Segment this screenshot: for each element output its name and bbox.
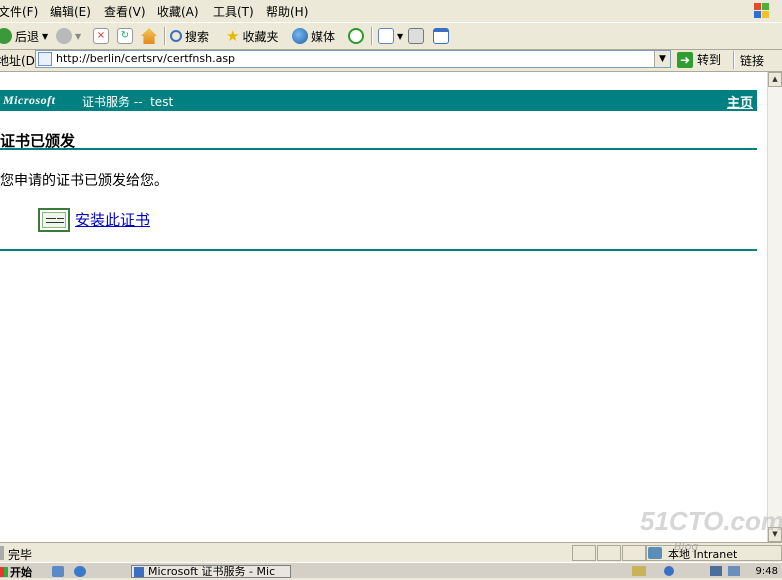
back-icon (0, 28, 12, 44)
address-label: 地址(D) (0, 54, 40, 68)
history-button[interactable] (348, 26, 364, 46)
search-label: 搜索 (185, 29, 210, 44)
go-label: 转到 (697, 53, 722, 67)
refresh-button[interactable]: ↻ (117, 26, 133, 46)
zone-text: 本地 Intranet (668, 548, 738, 561)
menu-tools[interactable]: 工具(T) (213, 3, 254, 20)
scroll-up-button[interactable]: ▲ (768, 72, 782, 87)
taskbar: 开始 Microsoft 证书服务 - Mic 9:48 (0, 562, 782, 579)
watermark: 51CTO.com (640, 506, 782, 536)
media-icon (292, 28, 308, 44)
address-dropdown-icon[interactable]: ▼ (654, 51, 670, 67)
favorites-button[interactable]: ★ 收藏夹 (226, 26, 278, 46)
tray-help-icon[interactable] (664, 566, 674, 576)
print-icon (408, 28, 424, 44)
cert-line (46, 222, 64, 223)
start-flag-icon (0, 566, 8, 577)
status-panel (572, 545, 596, 561)
tray-network-icon[interactable] (710, 566, 722, 576)
certificate-icon-inner (42, 212, 66, 228)
go-arrow-icon: ➜ (677, 51, 693, 68)
mail-icon (378, 28, 394, 44)
edit-button[interactable] (433, 26, 449, 46)
status-panel (597, 545, 621, 561)
go-button[interactable]: ➜ 转到 (677, 51, 721, 68)
home-link[interactable]: 主页 (727, 92, 753, 111)
menu-bar: 文件(F) 编辑(E) 查看(V) 收藏(A) 工具(T) 帮助(H) (0, 0, 782, 22)
favorites-icon: ★ (226, 27, 240, 45)
quicklaunch-ie-icon[interactable] (74, 566, 86, 577)
windows-logo-icon (746, 0, 776, 22)
forward-button[interactable]: ▼ (56, 26, 81, 46)
intranet-zone-icon (648, 547, 662, 559)
stop-button[interactable]: × (93, 26, 109, 46)
taskbar-app-title: Microsoft 证书服务 - Mic (148, 565, 276, 578)
page-icon (38, 52, 52, 66)
taskbar-app-button[interactable]: Microsoft 证书服务 - Mic (131, 565, 291, 578)
menu-file[interactable]: 文件(F) (0, 3, 38, 20)
home-button[interactable] (141, 26, 157, 46)
toolbar-separator (371, 27, 373, 45)
heading-rule (0, 148, 757, 150)
service-title: 证书服务 -- test (82, 95, 174, 109)
toolbar-separator (164, 27, 166, 45)
media-button[interactable]: 媒体 (292, 26, 335, 46)
forward-dropdown-icon[interactable]: ▼ (75, 32, 81, 41)
menu-view[interactable]: 查看(V) (104, 3, 146, 20)
tray-volume-icon[interactable] (728, 566, 740, 576)
forward-icon (56, 28, 72, 44)
cert-line (46, 218, 56, 219)
back-label: 后退 (15, 29, 40, 44)
start-label: 开始 (10, 565, 32, 579)
menu-help[interactable]: 帮助(H) (266, 3, 308, 20)
history-icon (348, 28, 364, 44)
vertical-scrollbar[interactable]: ▲ ▼ (767, 72, 782, 542)
address-input[interactable]: http://berlin/certsrv/certfnsh.asp ▼ (35, 50, 671, 68)
quicklaunch-desktop-icon[interactable] (52, 566, 64, 577)
microsoft-logo: Microsoft (3, 93, 56, 107)
install-certificate-link[interactable]: 安装此证书 (75, 209, 150, 230)
media-label: 媒体 (311, 29, 336, 44)
toolbar: 后退 ▼ ▼ × ↻ 搜索 ★ 收藏夹 媒体 ▼ (0, 22, 782, 50)
address-bar: 地址(D) http://berlin/certsrv/certfnsh.asp… (0, 48, 782, 72)
cert-line (57, 218, 64, 219)
back-button[interactable]: 后退 ▼ (0, 26, 48, 46)
favorites-label: 收藏夹 (242, 29, 279, 44)
edit-icon (433, 28, 449, 44)
issued-message: 您申请的证书已颁发给您。 (0, 173, 168, 189)
page-content: Microsoft 证书服务 -- test 主页 证书已颁发 您申请的证书已颁… (0, 72, 767, 542)
certificate-icon[interactable] (38, 208, 70, 232)
address-separator (733, 51, 735, 69)
start-button[interactable]: 开始 (0, 565, 32, 579)
home-icon (141, 28, 157, 44)
taskbar-clock: 9:48 (755, 566, 778, 577)
footer-rule (0, 249, 757, 251)
tray-icon[interactable] (632, 566, 646, 576)
back-dropdown-icon[interactable]: ▼ (42, 32, 48, 41)
refresh-icon: ↻ (117, 28, 133, 44)
search-button[interactable]: 搜索 (170, 26, 209, 46)
print-button[interactable] (408, 26, 424, 46)
mail-dropdown-icon[interactable]: ▼ (397, 32, 403, 41)
search-icon (170, 30, 182, 42)
menu-favorites[interactable]: 收藏(A) (157, 3, 199, 20)
stop-icon: × (93, 28, 109, 44)
status-page-icon (0, 546, 4, 560)
menu-edit[interactable]: 编辑(E) (50, 3, 91, 20)
status-panel (622, 545, 646, 561)
mail-button[interactable]: ▼ (378, 26, 403, 46)
cert-services-banner: Microsoft 证书服务 -- test 主页 (0, 90, 757, 111)
ie-icon (134, 567, 144, 577)
status-text: 完毕 (8, 548, 33, 562)
status-bar: 完毕 本地 Intranet (0, 542, 782, 563)
address-url: http://berlin/certsrv/certfnsh.asp (56, 52, 236, 65)
links-button[interactable]: 链接 (740, 52, 764, 69)
